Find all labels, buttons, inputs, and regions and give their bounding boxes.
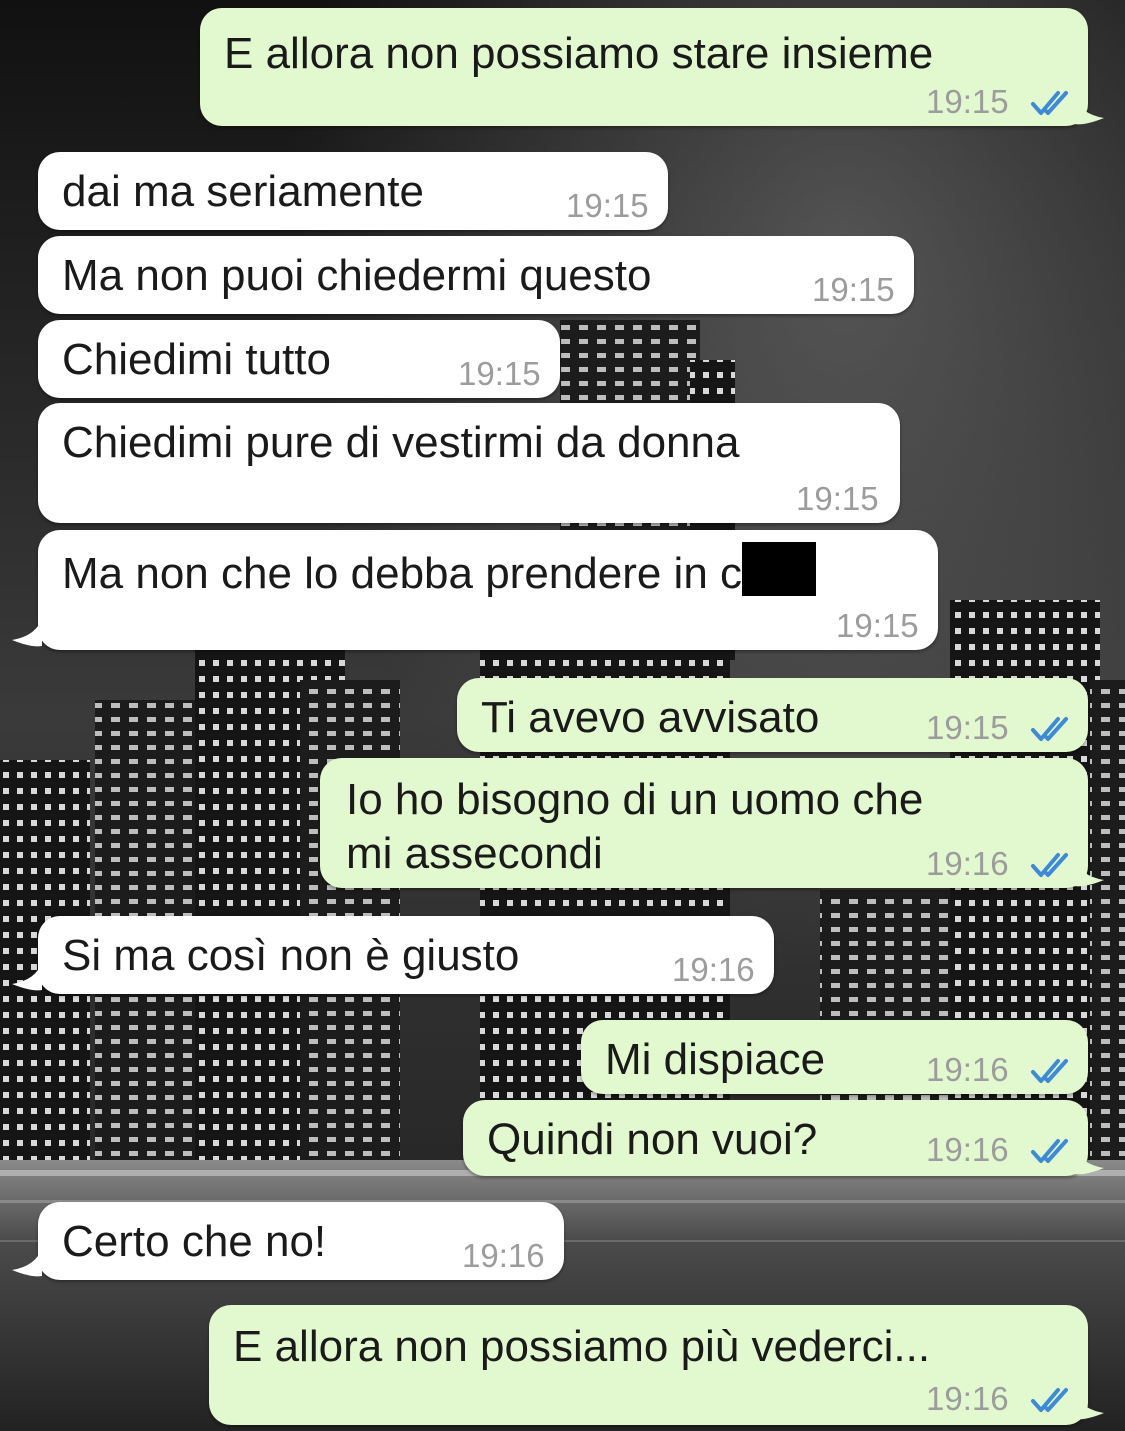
message-time: 19:15 [566,187,649,224]
message-bubble-outgoing[interactable]: Ti avevo avvisato 19:15 [457,678,1088,752]
read-double-tick-icon [1031,1388,1068,1412]
message-time: 19:16 [926,845,1009,882]
message-text-line-2: mi assecondi [346,829,603,878]
message-time: 19:15 [926,83,1009,120]
bubble-tail [12,618,42,647]
message-text: E allora non possiamo più vederci... [233,1322,931,1371]
message-time: 19:15 [458,355,541,392]
message-time: 19:15 [812,271,895,308]
message-text: Quindi non vuoi? [487,1115,818,1164]
message-time: 19:15 [836,607,919,644]
message-time: 19:16 [672,951,755,988]
message-bubble-incoming[interactable]: Certo che no! 19:16 [12,1202,564,1280]
message-bubble-incoming[interactable]: Ma non che lo debba prendere in c 19:15 [12,530,938,650]
bubble-tail [1074,858,1104,887]
message-text: Mi dispiace [605,1035,826,1084]
message-bubble-incoming[interactable]: dai ma seriamente 19:15 [38,152,668,230]
read-double-tick-icon [1031,91,1068,115]
bubble-tail [1074,1146,1104,1175]
redaction-box [742,542,817,596]
read-double-tick-icon [1031,717,1068,741]
message-bubble-incoming[interactable]: Ma non puoi chiedermi questo 19:15 [38,236,914,314]
message-text: Ma non puoi chiedermi questo [62,251,652,300]
message-bubble-outgoing[interactable]: E allora non possiamo più vederci... 19:… [209,1305,1104,1425]
message-time: 19:16 [926,1380,1009,1417]
message-bubble-outgoing[interactable]: Quindi non vuoi? 19:16 [463,1100,1104,1176]
message-text: Si ma così non è giusto [62,931,520,980]
bubble-tail [12,962,42,991]
message-time: 19:16 [926,1131,1009,1168]
message-bubble-outgoing[interactable]: Mi dispiace 19:16 [581,1020,1088,1094]
message-text: Certo che no! [62,1217,327,1266]
message-bubble-outgoing[interactable]: Io ho bisogno di un uomo che mi assecond… [320,758,1104,888]
message-time: 19:15 [796,480,879,517]
message-text: dai ma seriamente [62,167,424,216]
message-bubble-incoming[interactable]: Chiedimi pure di vestirmi da donna 19:15 [38,403,900,523]
message-time: 19:15 [926,709,1009,746]
message-text-line-1: Io ho bisogno di un uomo che [346,775,924,824]
bubble-tail [1074,1391,1104,1420]
message-time: 19:16 [462,1237,545,1274]
message-text-visible: Ma non che lo debba prendere in c [62,549,743,598]
message-time: 19:16 [926,1051,1009,1088]
message-text: Chiedimi tutto [62,335,332,384]
message-text: Ti avevo avvisato [481,693,820,742]
message-bubble-incoming[interactable]: Si ma così non è giusto 19:16 [12,916,774,994]
message-bubble-incoming[interactable]: Chiedimi tutto 19:15 [38,320,560,398]
message-text: Chiedimi pure di vestirmi da donna [62,418,740,467]
message-text: Ma non che lo debba prendere in c [62,542,817,602]
read-double-tick-icon [1031,853,1068,877]
read-double-tick-icon [1031,1139,1068,1163]
read-double-tick-icon [1031,1059,1068,1083]
message-text: E allora non possiamo stare insieme [224,29,934,78]
bubble-tail [1074,96,1104,125]
message-bubble-outgoing[interactable]: E allora non possiamo stare insieme 19:1… [200,8,1104,126]
bubble-tail [12,1248,42,1277]
